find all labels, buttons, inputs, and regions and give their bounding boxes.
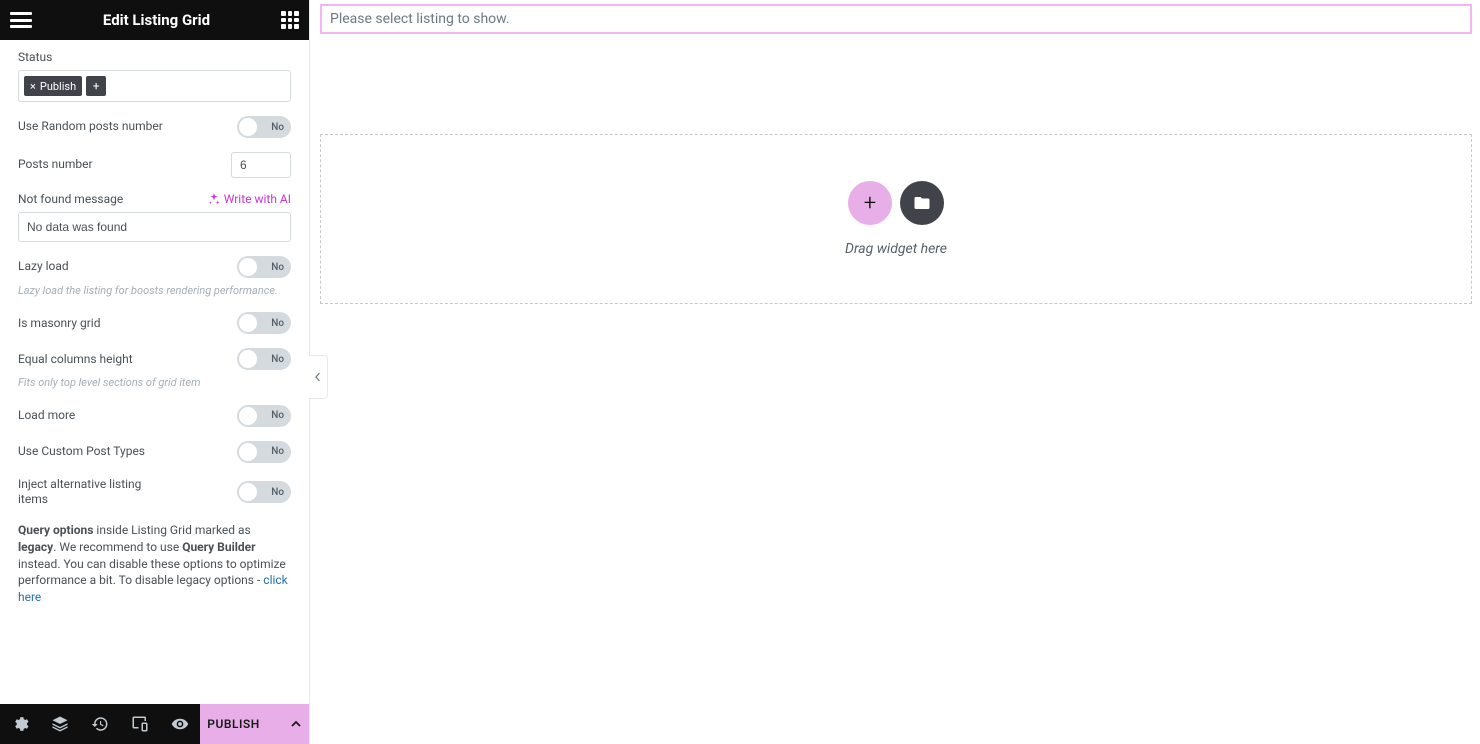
status-tag-input[interactable]: × Publish +	[18, 70, 291, 102]
folder-icon	[913, 194, 931, 212]
load-more-switch[interactable]: No	[237, 405, 291, 427]
control-load-more: Load more No	[18, 405, 291, 427]
legacy-t1: inside Listing Grid marked as	[93, 523, 250, 537]
switch-label: No	[271, 354, 284, 365]
status-label: Status	[18, 50, 291, 64]
sidebar-title: Edit Listing Grid	[103, 11, 210, 29]
add-tag-button[interactable]: +	[86, 76, 106, 96]
random-posts-label: Use Random posts number	[18, 119, 163, 135]
sidebar: Edit Listing Grid Status × Publish + Us	[0, 0, 310, 744]
status-tag-publish[interactable]: × Publish	[24, 76, 82, 96]
footer-icons	[0, 704, 200, 744]
not-found-label: Not found message	[18, 192, 123, 206]
control-posts-number: Posts number	[18, 152, 291, 178]
custom-post-types-switch[interactable]: No	[237, 441, 291, 463]
canvas: Please select listing to show. + Drag wi…	[310, 0, 1480, 744]
switch-label: No	[271, 410, 284, 421]
posts-number-input[interactable]	[231, 152, 291, 178]
settings-icon[interactable]	[0, 704, 40, 744]
legacy-b3: Query Builder	[182, 540, 255, 554]
equal-columns-switch[interactable]: No	[237, 348, 291, 370]
collapse-sidebar-handle[interactable]	[309, 355, 328, 399]
switch-knob	[239, 314, 257, 332]
inject-alt-label: Inject alternative listing items	[18, 477, 168, 508]
control-masonry: Is masonry grid No	[18, 312, 291, 334]
control-lazy-load: Lazy load No Lazy load the listing for b…	[18, 256, 291, 298]
control-random-posts: Use Random posts number No	[18, 116, 291, 138]
dropzone[interactable]: + Drag widget here	[320, 134, 1472, 304]
custom-post-types-label: Use Custom Post Types	[18, 444, 145, 460]
sparkle-icon	[208, 193, 220, 205]
add-widget-button[interactable]: +	[848, 181, 892, 225]
sidebar-footer: PUBLISH	[0, 704, 309, 744]
sidebar-body: Status × Publish + Use Random posts numb…	[0, 40, 309, 704]
legacy-b2: legacy	[18, 540, 53, 554]
switch-label: No	[271, 262, 284, 273]
template-library-button[interactable]	[900, 181, 944, 225]
drop-text: Drag widget here	[845, 241, 947, 257]
random-posts-switch[interactable]: No	[237, 116, 291, 138]
drop-icons: +	[848, 181, 944, 225]
app-root: Edit Listing Grid Status × Publish + Us	[0, 0, 1480, 744]
masonry-switch[interactable]: No	[237, 312, 291, 334]
chevron-left-icon	[313, 372, 323, 382]
legacy-note: Query options inside Listing Grid marked…	[18, 522, 291, 606]
hamburger-menu-icon[interactable]	[10, 12, 32, 28]
remove-tag-icon[interactable]: ×	[30, 80, 36, 93]
control-equal-columns: Equal columns height No Fits only top le…	[18, 348, 291, 390]
sidebar-header: Edit Listing Grid	[0, 0, 309, 40]
switch-label: No	[271, 446, 284, 457]
equal-columns-help: Fits only top level sections of grid ite…	[18, 375, 291, 390]
control-not-found: Not found message Write with AI	[18, 192, 291, 242]
switch-knob	[239, 258, 257, 276]
ai-link-text: Write with AI	[224, 192, 291, 206]
control-status: Status × Publish +	[18, 50, 291, 102]
switch-knob	[239, 350, 257, 368]
switch-label: No	[271, 318, 284, 329]
lazy-load-label: Lazy load	[18, 259, 69, 275]
posts-number-label: Posts number	[18, 157, 93, 173]
legacy-t3: instead. You can disable these options t…	[18, 557, 286, 588]
lazy-load-switch[interactable]: No	[237, 256, 291, 278]
switch-label: No	[271, 487, 284, 498]
listing-alert: Please select listing to show.	[320, 4, 1472, 34]
switch-knob	[239, 118, 257, 136]
publish-button-text: PUBLISH	[207, 717, 259, 731]
equal-columns-label: Equal columns height	[18, 352, 133, 368]
switch-knob	[239, 407, 257, 425]
preview-icon[interactable]	[160, 704, 200, 744]
switch-knob	[239, 443, 257, 461]
plus-icon: +	[864, 191, 876, 216]
history-icon[interactable]	[80, 704, 120, 744]
masonry-label: Is masonry grid	[18, 316, 100, 332]
legacy-b1: Query options	[18, 523, 93, 537]
publish-button[interactable]: PUBLISH	[200, 704, 309, 744]
write-with-ai-link[interactable]: Write with AI	[208, 192, 291, 206]
status-tag-text: Publish	[40, 80, 76, 93]
load-more-label: Load more	[18, 408, 75, 424]
navigator-icon[interactable]	[40, 704, 80, 744]
not-found-input[interactable]	[18, 212, 291, 242]
responsive-icon[interactable]	[120, 704, 160, 744]
control-inject-alt: Inject alternative listing items No	[18, 477, 291, 508]
legacy-t2: . We recommend to use	[53, 540, 182, 554]
control-custom-post-types: Use Custom Post Types No	[18, 441, 291, 463]
chevron-up-icon	[290, 718, 302, 730]
switch-label: No	[271, 122, 284, 133]
inject-alt-switch[interactable]: No	[237, 481, 291, 503]
lazy-load-help: Lazy load the listing for boosts renderi…	[18, 283, 291, 298]
apps-grid-icon[interactable]	[281, 11, 299, 29]
switch-knob	[239, 483, 257, 501]
